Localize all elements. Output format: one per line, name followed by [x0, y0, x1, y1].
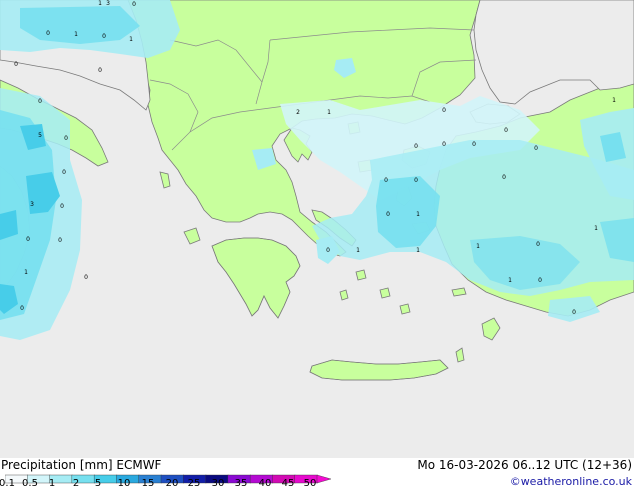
precip-value-label: 1	[129, 36, 133, 43]
precip-value-label: 1	[416, 211, 420, 218]
scale-arrow	[316, 474, 332, 484]
precip-value-label: 0	[20, 305, 24, 312]
precip-value-label: 0	[414, 177, 418, 184]
cyclades-1	[379, 287, 391, 299]
scale-tick-label: 5	[94, 478, 102, 489]
precip-adriatic-mid	[20, 6, 140, 44]
precip-value-label: 0	[132, 1, 136, 8]
validity-time: Mo 16-03-2026 06..12 UTC (12+36)	[417, 458, 632, 472]
precip-value-label: 0	[538, 277, 542, 284]
cyclades-2	[355, 269, 367, 281]
scale-tick-label: 0.5	[22, 478, 38, 489]
precip-value-label: 0	[26, 236, 30, 243]
precip-value-label: 0	[504, 127, 508, 134]
precip-value-label: 2	[296, 109, 300, 116]
map-title: Precipitation [mm] ECMWF	[1, 458, 162, 472]
precip-value-label: 1	[24, 269, 28, 276]
precip-value-label: 1	[327, 109, 331, 116]
precip-value-label: 0	[472, 141, 476, 148]
scale-tick-label: 35	[234, 478, 248, 489]
precip-value-label: 1	[594, 225, 598, 232]
precip-value-label: 0	[414, 143, 418, 150]
precip-value-label: 5	[38, 132, 42, 139]
precip-value-label: 1	[74, 31, 78, 38]
scale-tick-label: 10	[117, 478, 131, 489]
scale-tick-label: 40	[258, 478, 272, 489]
scale-tick-label: 1	[48, 478, 56, 489]
precip-value-label: 0	[534, 145, 538, 152]
scale-tick-label: 2	[72, 478, 80, 489]
precip-value-label: 0	[84, 274, 88, 281]
footer: Precipitation [mm] ECMWF Mo 16-03-2026 0…	[0, 458, 634, 490]
precip-value-label: 1	[612, 97, 616, 104]
credit-link[interactable]: ©weatheronline.co.uk	[510, 476, 632, 488]
scale-tick-label: 25	[187, 478, 201, 489]
scale-tick-label: 20	[165, 478, 179, 489]
precip-value-label: 1	[476, 243, 480, 250]
precip-value-label: 0	[502, 174, 506, 181]
precip-value-label: 0	[58, 237, 62, 244]
precip-value-label: 0	[442, 107, 446, 114]
scale-tick-label: 50	[303, 478, 317, 489]
precip-value-label: 0	[14, 61, 18, 68]
precip-value-label: 0	[326, 247, 330, 254]
scale-tick-label: 15	[141, 478, 155, 489]
precip-value-label: 0	[386, 211, 390, 218]
precip-value-label: 0	[572, 309, 576, 316]
precip-value-label: 1	[98, 0, 102, 7]
cyclades-3	[399, 303, 411, 315]
precip-value-label: 0	[62, 169, 66, 176]
scale-tick-label: 30	[211, 478, 225, 489]
precip-value-label: 0	[38, 98, 42, 105]
precip-value-label: 1	[356, 247, 360, 254]
precip-value-label: 3	[30, 201, 34, 208]
precip-value-label: 0	[536, 241, 540, 248]
scale-tick-label: 45	[281, 478, 295, 489]
precipitation-map: 3 0 0 1 0 1 0 0 0 0 5 0 0 0 3 0 1 0 0 2 1 0 0 0 0 0 0 0 0 1 0 1 1 1 0 1 0 0 1 1…	[0, 0, 634, 458]
map-frame: 3001010000500030100210000000010111010011…	[0, 0, 634, 490]
precip-value-label: 0	[102, 33, 106, 40]
precip-value-label: 0	[98, 67, 102, 74]
scale-tick-label: 0.1	[0, 478, 15, 489]
precip-value-label: 0	[64, 135, 68, 142]
precip-value-label: 1	[416, 247, 420, 254]
precip-value-label: 0	[60, 203, 64, 210]
precip-value-label: 1	[508, 277, 512, 284]
precip-value-label: 0	[442, 141, 446, 148]
precip-value-label: 0	[384, 177, 388, 184]
precip-value-label: 0	[46, 30, 50, 37]
precip-value-label: 3	[106, 0, 110, 7]
